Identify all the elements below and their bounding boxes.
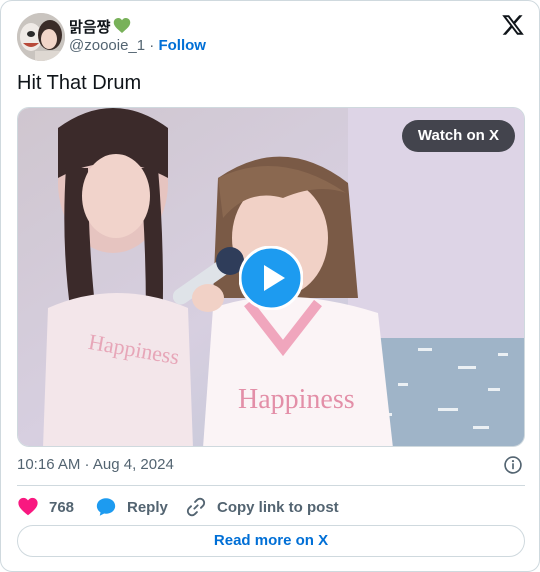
separator-dot: ·	[149, 37, 155, 54]
follow-link[interactable]: Follow	[158, 37, 206, 54]
display-name[interactable]: 맑음쨩	[69, 16, 131, 37]
tweet-text: Hit That Drum	[17, 72, 142, 94]
read-more-button[interactable]: Read more on X	[17, 525, 525, 557]
tweet-card: 맑음쨩 @zoooie_1 · Follow Hit That Drum Hap…	[0, 0, 540, 572]
tweet-timestamp[interactable]: 10:16 AM · Aug 4, 2024	[17, 456, 174, 473]
handle-line: @zoooie_1 · Follow	[69, 37, 206, 54]
heart-icon	[18, 497, 38, 516]
play-icon[interactable]	[239, 246, 303, 310]
reply-bubble-icon	[96, 498, 116, 516]
avatar-image	[17, 13, 65, 61]
reply-label: Reply	[127, 498, 168, 516]
watch-on-x-button[interactable]: Watch on X	[401, 120, 515, 152]
copy-link-label: Copy link to post	[217, 498, 339, 516]
avatar[interactable]	[17, 13, 65, 61]
x-logo-icon[interactable]	[501, 13, 525, 37]
divider	[17, 485, 525, 486]
link-icon	[186, 497, 206, 517]
green-heart-icon	[114, 18, 131, 33]
handle[interactable]: @zoooie_1	[69, 37, 145, 54]
tweet-header: 맑음쨩 @zoooie_1 · Follow	[17, 13, 525, 61]
svg-text:Happiness: Happiness	[238, 384, 355, 415]
info-icon[interactable]	[503, 455, 523, 475]
copy-link-button[interactable]: Copy link to post	[185, 495, 339, 519]
display-name-text[interactable]: 맑음쨩	[69, 19, 110, 36]
like-button[interactable]: 768	[17, 495, 74, 519]
video-media[interactable]: Happiness Happiness Watch on X	[17, 107, 525, 447]
reply-button[interactable]: Reply	[95, 495, 168, 519]
tweet-actions: 768 Reply Copy link to post	[17, 495, 525, 519]
like-count: 768	[49, 498, 75, 516]
